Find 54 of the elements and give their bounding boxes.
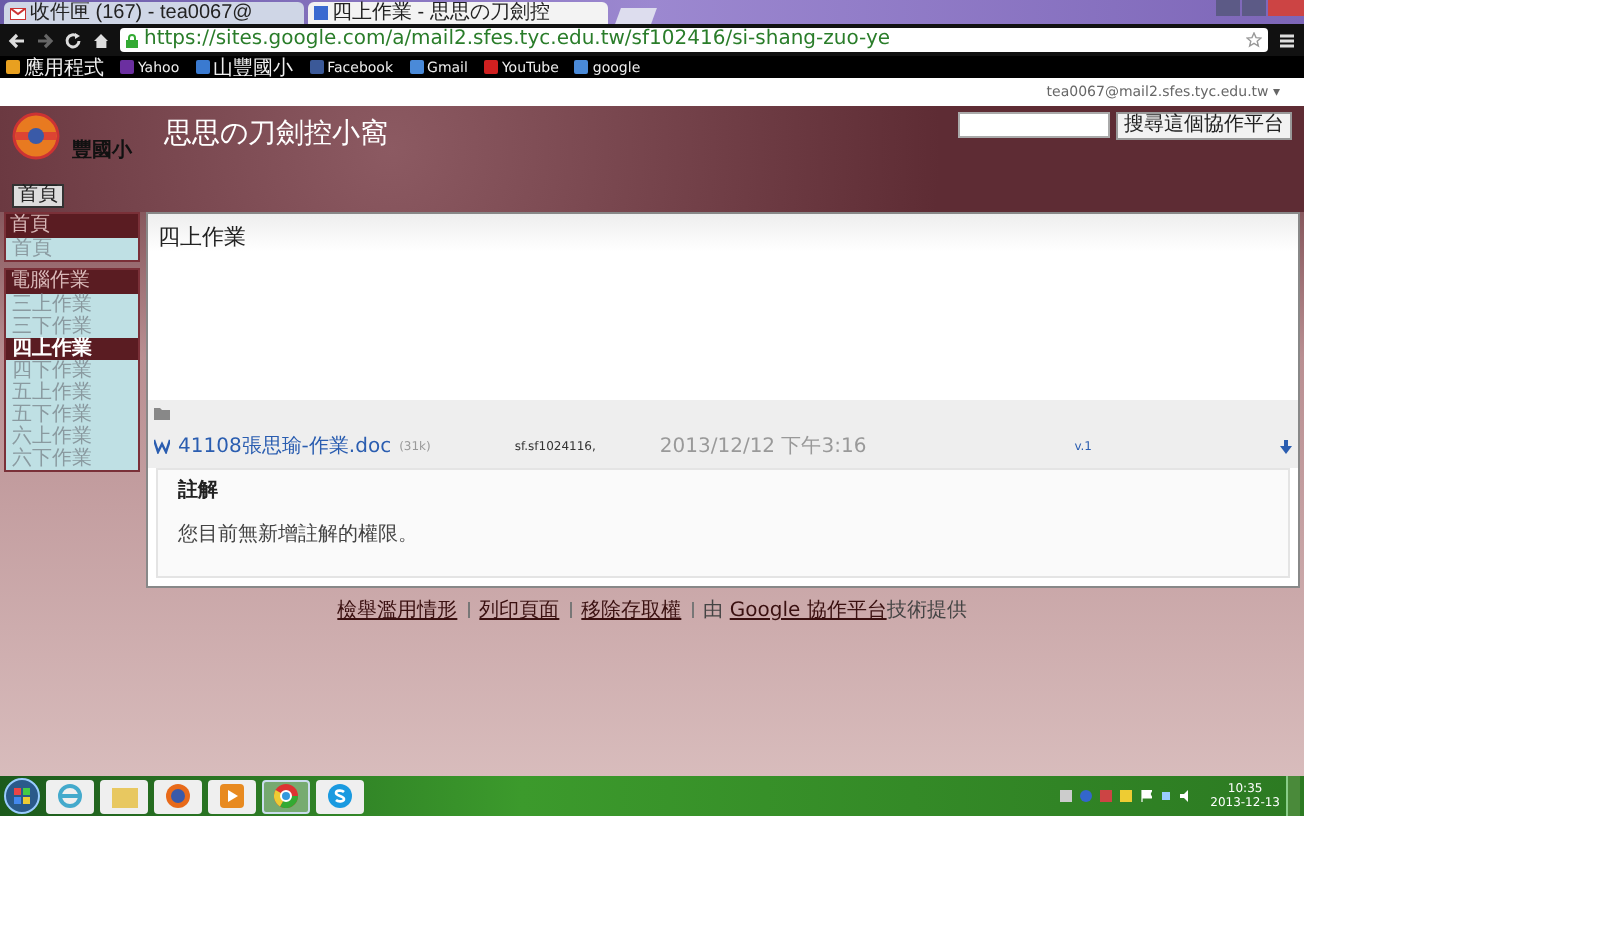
- address-bar[interactable]: https://sites.google.com/a/mail2.sfes.tyc.edu.tw/sf102416/si-shang-zuo-ye: [120, 28, 1268, 52]
- globe-icon: [195, 60, 210, 74]
- taskbar-app[interactable]: [208, 779, 256, 813]
- taskbar-app[interactable]: [100, 779, 148, 813]
- lock-icon: [126, 33, 138, 47]
- s-icon: [328, 784, 352, 808]
- star-icon[interactable]: [1246, 32, 1262, 48]
- page-title: 四上作業: [158, 224, 246, 250]
- browser-tab[interactable]: 收件匣 (167) - tea0067@: [4, 2, 304, 24]
- folder-icon: [111, 785, 137, 807]
- browser-tab[interactable]: 四上作業 - 思思の刀劍控: [308, 2, 608, 24]
- grid-icon: [6, 60, 20, 74]
- taskbar-app[interactable]: [262, 779, 310, 813]
- footer-link[interactable]: Google 協作平台: [729, 600, 887, 622]
- comments-heading: 註解: [178, 476, 220, 504]
- footer-credit: 由 Google 協作平台技術提供: [703, 597, 967, 624]
- footer-link[interactable]: 列印頁面: [479, 596, 560, 624]
- browser-icon: [274, 784, 298, 808]
- taskbar-app[interactable]: [316, 779, 364, 813]
- file-link[interactable]: 41108張思瑜-作業.doc: [178, 432, 392, 460]
- download-icon[interactable]: [1280, 439, 1292, 453]
- globe-icon: [166, 784, 190, 808]
- play-icon: [483, 60, 498, 74]
- home-icon[interactable]: [92, 31, 110, 49]
- e-icon: [58, 784, 82, 808]
- sidebar-heading: 首頁: [6, 214, 138, 238]
- school-name: 豐國小: [72, 137, 132, 166]
- footer-link[interactable]: 移除存取權: [581, 596, 682, 624]
- school-logo: [12, 112, 60, 160]
- menu-icon[interactable]: [1278, 31, 1296, 49]
- comments-note: 您目前無新增註解的權限。: [178, 521, 420, 548]
- sidebar-item[interactable]: 四上作業: [6, 338, 138, 360]
- bookmark[interactable]: 山豐國小: [195, 53, 294, 81]
- search-field[interactable]: [958, 112, 1110, 138]
- new-tab-button[interactable]: [615, 8, 657, 24]
- mail-icon: [10, 7, 26, 19]
- footer-link[interactable]: 檢舉濫用情形: [337, 596, 458, 624]
- file-date: 2013/12/12 下午3:16: [659, 434, 867, 460]
- taskbar-app[interactable]: [154, 779, 202, 813]
- reload-icon[interactable]: [64, 31, 82, 49]
- flag-icon[interactable]: [1140, 790, 1153, 802]
- folder-icon: [154, 408, 170, 420]
- search-button[interactable]: 搜尋這個協作平台: [1116, 112, 1292, 140]
- taskbar-app[interactable]: [46, 779, 94, 813]
- site-title[interactable]: 思思の刀劍控小窩: [164, 116, 388, 212]
- w-icon: [154, 438, 170, 454]
- play-icon: [220, 784, 244, 808]
- start-button[interactable]: [4, 778, 40, 814]
- back-icon[interactable]: [8, 31, 26, 49]
- bookmark[interactable]: 應用程式: [6, 53, 104, 81]
- speaker-icon[interactable]: [1180, 790, 1193, 802]
- home-button[interactable]: 首頁: [12, 184, 64, 208]
- forward-icon[interactable]: [36, 31, 54, 49]
- sidebar-heading: 電腦作業: [6, 270, 138, 294]
